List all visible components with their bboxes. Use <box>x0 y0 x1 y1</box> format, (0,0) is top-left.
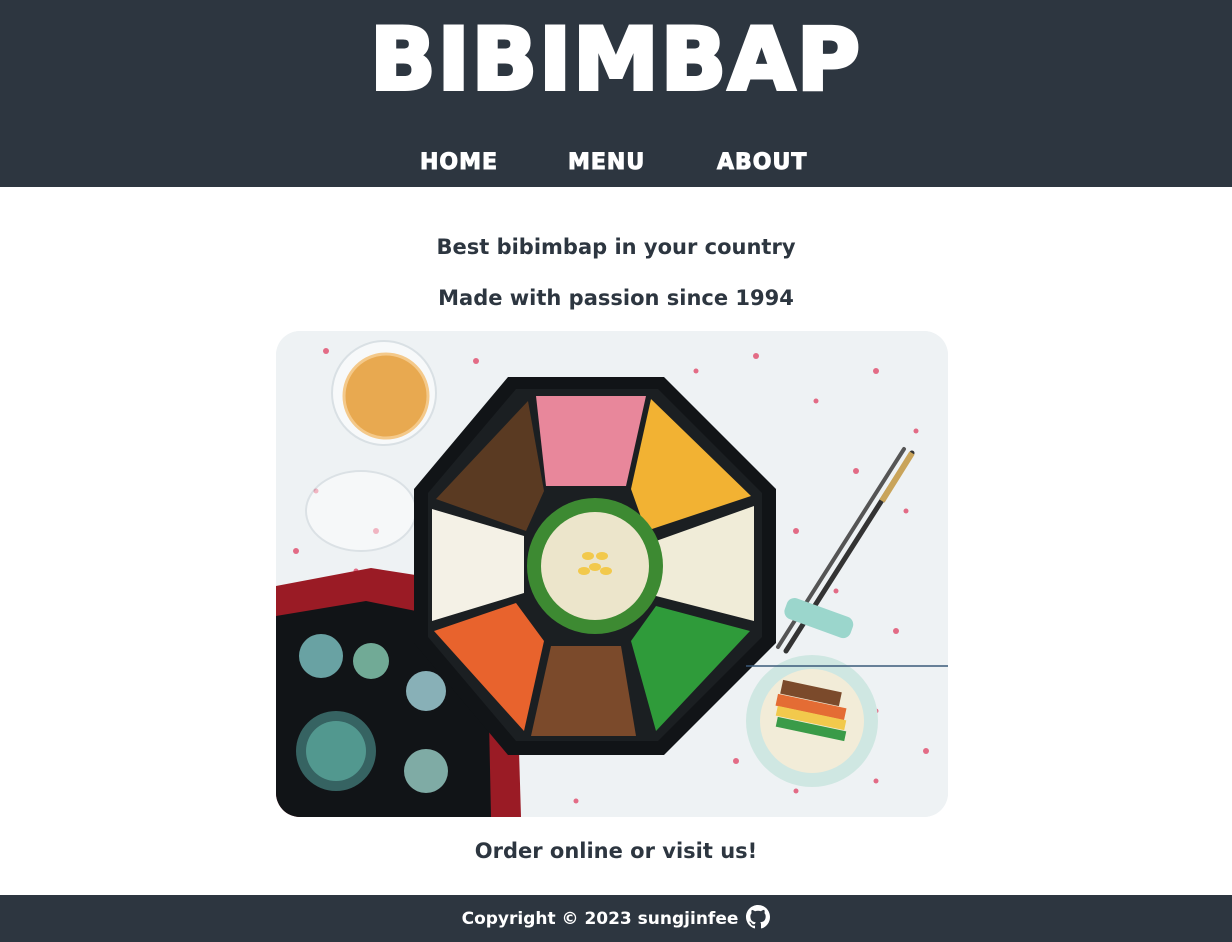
site-title: BIBIMBAP <box>368 10 862 110</box>
nav-home-link[interactable]: HOME <box>419 145 498 181</box>
side-plate <box>746 655 878 787</box>
tagline: Best bibimbap in your country <box>436 235 796 259</box>
subtitle: Made with passion since 1994 <box>438 286 794 310</box>
hero-image <box>276 331 948 817</box>
main-nav: HOME MENU ABOUT <box>0 145 1232 181</box>
footer-content: Copyright © 2023 sungjinfee <box>0 895 1232 942</box>
nav-menu-link[interactable]: MENU <box>567 145 645 181</box>
nav-about-link[interactable]: ABOUT <box>716 145 807 181</box>
site-footer: Copyright © 2023 sungjinfee <box>0 895 1232 942</box>
github-icon[interactable] <box>746 904 771 929</box>
call-to-action: Order online or visit us! <box>474 839 758 863</box>
site-header: BIBIMBAP HOME MENU ABOUT <box>0 0 1232 187</box>
copyright-text: Copyright © 2023 sungjinfee <box>461 908 739 929</box>
